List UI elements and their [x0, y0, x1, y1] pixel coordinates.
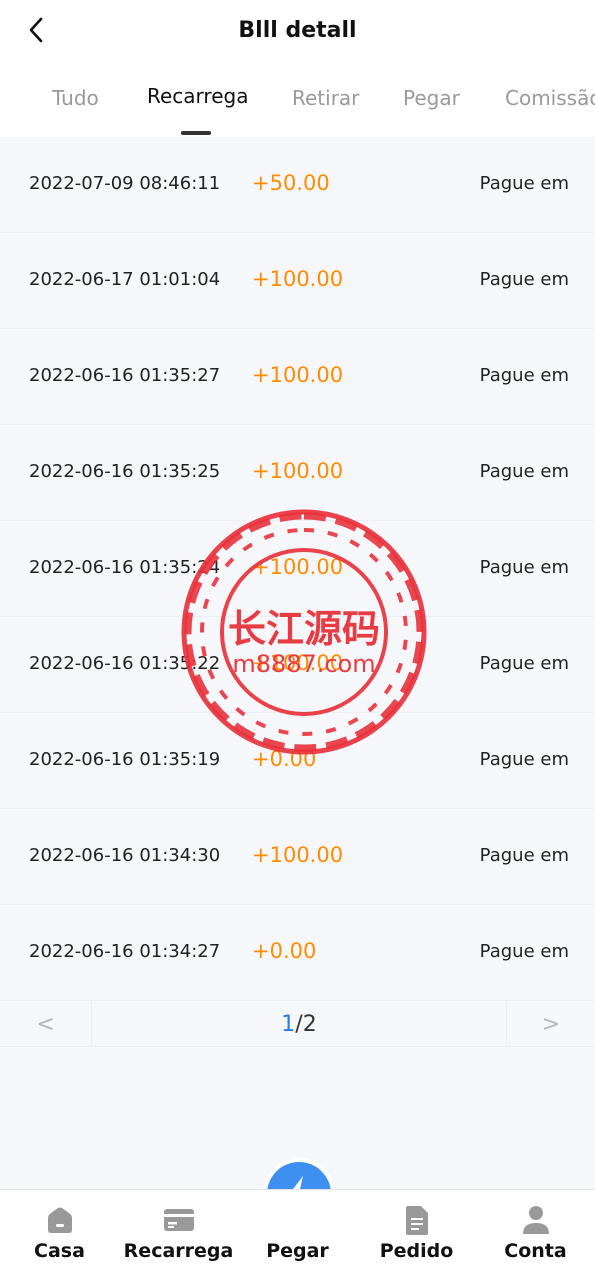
- list-item[interactable]: 2022-06-16 01:35:27 +100.00 Pague em: [0, 329, 595, 425]
- record-status: Pague em: [479, 557, 569, 578]
- page-indicator: 1 / 2: [92, 1001, 506, 1047]
- record-date: 2022-06-16 01:34:30: [29, 845, 221, 866]
- list-item[interactable]: 2022-06-17 01:01:04 +100.00 Pague em: [0, 233, 595, 329]
- tab-retirar[interactable]: Retirar: [292, 86, 359, 110]
- user-icon: [522, 1206, 549, 1234]
- nav-label: Pedido: [379, 1240, 454, 1262]
- record-status: Pague em: [479, 749, 569, 770]
- nav-label: Conta: [504, 1240, 567, 1262]
- record-amount: +0.00: [252, 939, 317, 963]
- record-date: 2022-07-09 08:46:11: [29, 173, 221, 194]
- record-status: Pague em: [479, 173, 569, 194]
- record-date: 2022-06-16 01:35:25: [29, 461, 221, 482]
- bottom-nav: Casa Recarrega Pegar Pedido Conta: [0, 1189, 595, 1266]
- total-pages: 2: [302, 1011, 317, 1037]
- record-status: Pague em: [479, 845, 569, 866]
- current-page: 1: [281, 1011, 296, 1037]
- watermark-title: 长江源码: [228, 607, 380, 651]
- nav-item-pegar[interactable]: Pegar: [238, 1190, 357, 1266]
- header-bar: Blll detall: [0, 0, 595, 60]
- active-tab-indicator: [181, 131, 211, 135]
- page-title: Blll detall: [238, 17, 357, 43]
- prev-page-button[interactable]: <: [0, 1001, 92, 1047]
- back-button[interactable]: [20, 14, 52, 46]
- document-icon: [405, 1206, 428, 1235]
- nav-item-casa[interactable]: Casa: [0, 1190, 119, 1266]
- record-status: Pague em: [479, 365, 569, 386]
- list-item[interactable]: 2022-06-16 01:34:30 +100.00 Pague em: [0, 809, 595, 905]
- home-icon: [47, 1207, 72, 1233]
- nav-label: Casa: [34, 1240, 85, 1262]
- record-amount: +100.00: [252, 459, 344, 483]
- nav-item-conta[interactable]: Conta: [476, 1190, 595, 1266]
- nav-label: Recarrega: [123, 1240, 234, 1262]
- list-item[interactable]: 2022-06-16 01:34:27 +0.00 Pague em: [0, 905, 595, 1001]
- tab-tudo[interactable]: Tudo: [52, 86, 99, 110]
- watermark-seal: 长江源码 m8887.com: [178, 506, 430, 758]
- record-date: 2022-06-16 01:34:27: [29, 941, 221, 962]
- nav-item-pedido[interactable]: Pedido: [357, 1190, 476, 1266]
- list-item[interactable]: 2022-07-09 08:46:11 +50.00 Pague em: [0, 137, 595, 233]
- record-amount: +100.00: [252, 843, 344, 867]
- record-status: Pague em: [479, 461, 569, 482]
- record-status: Pague em: [479, 269, 569, 290]
- record-amount: +100.00: [252, 267, 344, 291]
- tab-bar: Tudo Recarrega Retirar Pegar Comissão: [0, 60, 595, 137]
- record-date: 2022-06-16 01:35:27: [29, 365, 221, 386]
- record-status: Pague em: [479, 653, 569, 674]
- record-status: Pague em: [479, 941, 569, 962]
- card-icon: [163, 1209, 194, 1231]
- tab-pegar[interactable]: Pegar: [403, 86, 460, 110]
- tab-recarrega[interactable]: Recarrega: [147, 84, 248, 108]
- nav-item-recarrega[interactable]: Recarrega: [119, 1190, 238, 1266]
- record-amount: +50.00: [252, 171, 330, 195]
- next-page-button[interactable]: >: [506, 1001, 595, 1047]
- record-date: 2022-06-17 01:01:04: [29, 269, 221, 290]
- nav-label: Pegar: [266, 1240, 329, 1262]
- chevron-left-icon: [29, 17, 43, 43]
- pagination: < 1 / 2 >: [0, 1001, 595, 1047]
- tab-comissao[interactable]: Comissão: [505, 86, 595, 110]
- record-amount: +100.00: [252, 363, 344, 387]
- page-separator: /: [295, 1011, 303, 1037]
- watermark-url: m8887.com: [232, 650, 375, 678]
